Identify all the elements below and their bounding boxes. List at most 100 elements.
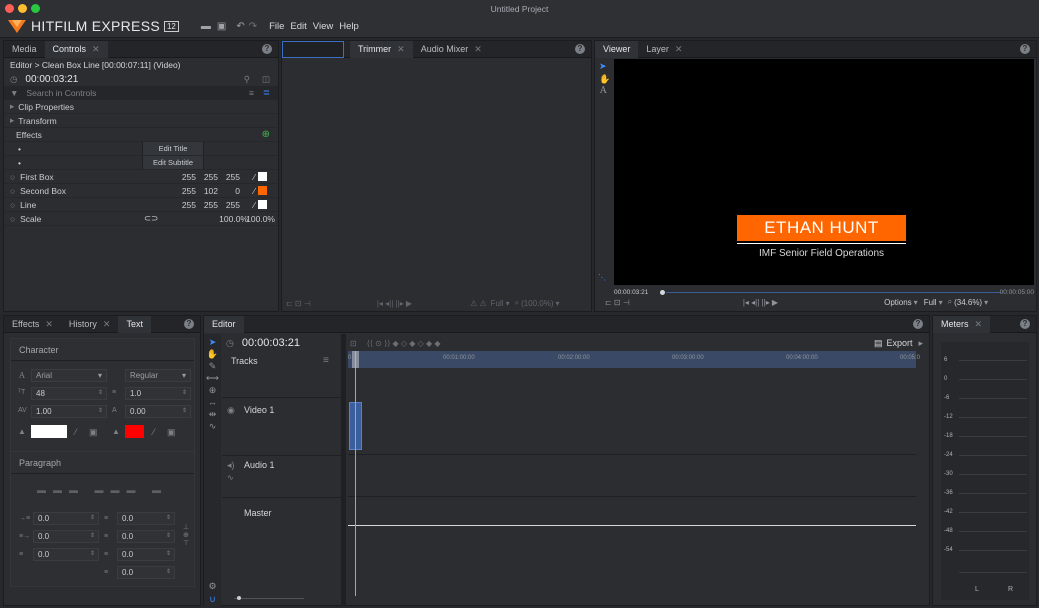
snap-icon[interactable]: ⊡	[350, 339, 357, 348]
space-after-field[interactable]: 0.0 ⇕	[117, 548, 175, 561]
resize-handle-icon[interactable]: ⋱	[598, 273, 606, 282]
baseline-field[interactable]: 0.0 ⇕	[33, 548, 99, 561]
close-icon[interactable]: ✕	[45, 319, 53, 330]
stepper-icon[interactable]: ⇕	[166, 567, 171, 578]
viewer-zoom-percent[interactable]: (34.6%)	[954, 298, 982, 307]
stepper-icon[interactable]: ⇕	[166, 531, 171, 542]
tracks-menu-icon[interactable]: ≡	[323, 355, 329, 366]
select-tool-icon[interactable]: ➤	[204, 336, 221, 348]
zoom-slider-handle[interactable]	[237, 596, 241, 600]
menu-file[interactable]: File	[269, 21, 284, 32]
alignment-icons[interactable]: ▬▬▬ ▬▬▬ ▬	[37, 485, 168, 495]
detail-view-icon[interactable]: ≣	[263, 87, 270, 98]
playhead[interactable]	[355, 351, 356, 596]
no-stroke-icon[interactable]: ▣	[167, 427, 176, 438]
first-box-swatch[interactable]	[258, 172, 267, 181]
close-icon[interactable]: ✕	[474, 44, 482, 55]
tab-media[interactable]: Media	[4, 41, 45, 58]
scale-y[interactable]: 100.0%	[246, 214, 275, 224]
stepper-icon[interactable]: ⇕	[166, 513, 171, 524]
fill-color-swatch[interactable]	[31, 425, 67, 438]
trimmer-zoom[interactable]: Full	[491, 299, 504, 308]
dropdown-chevron-icon[interactable]: ▾	[984, 298, 988, 307]
dropdown-chevron-icon[interactable]: ▾	[556, 299, 560, 308]
audio-track-lane[interactable]	[348, 456, 916, 497]
tab-trimmer[interactable]: Trimmer ✕	[350, 40, 413, 58]
tab-audio-mixer[interactable]: Audio Mixer ✕	[413, 41, 490, 58]
dropdown-chevron-icon[interactable]: ▾	[914, 298, 918, 307]
options-button[interactable]: Options	[884, 298, 912, 307]
keyframe-icon[interactable]: ○	[10, 186, 15, 196]
playback-controls-icon[interactable]: |◂ ◂|| ||▸ ▶	[743, 298, 778, 307]
keyframe-icon[interactable]: ○	[10, 200, 15, 210]
indent-left-field[interactable]: 0.0 ⇕	[33, 512, 99, 525]
expand-icon[interactable]: ▸	[10, 101, 14, 112]
ripple-tool-icon[interactable]: ⇹	[204, 408, 221, 420]
kerning-field[interactable]: 0.00 ⇕	[125, 405, 191, 418]
clip-dropdown[interactable]	[282, 40, 344, 58]
vertical-align-icons[interactable]: ⊥ ⊕ ⊤	[183, 524, 189, 548]
set-in-icon[interactable]: ⊏ ⊡ ⊣	[286, 299, 311, 308]
timeline-ruler[interactable]: 0 00:01:00:00 00:02:00:00 00:03:00:00 00…	[348, 351, 920, 368]
menu-edit[interactable]: Edit	[290, 21, 306, 32]
roll-tool-icon[interactable]: ↔	[204, 396, 221, 408]
slide-tool-icon[interactable]: ⊕	[204, 384, 221, 396]
rate-stretch-icon[interactable]: ∿	[204, 420, 221, 432]
set-in-out-icon[interactable]: ⊏ ⊡ ⊣	[605, 298, 630, 307]
tab-viewer[interactable]: Viewer	[595, 40, 639, 58]
tab-meters[interactable]: Meters ✕	[933, 315, 991, 333]
master-level-line[interactable]	[348, 525, 916, 526]
trimmer-zoom-percent[interactable]: (100.0%)	[521, 299, 553, 308]
keyframe-icon[interactable]: ○	[10, 172, 15, 182]
second-box-r[interactable]: 255	[182, 186, 196, 196]
playback-controls-icon[interactable]: |◂ ◂|| ||▸ ▶	[377, 299, 412, 308]
playhead-handle[interactable]	[352, 351, 359, 368]
second-box-swatch[interactable]	[258, 186, 267, 195]
tab-effects[interactable]: Effects ✕	[4, 316, 61, 333]
eyedropper-icon[interactable]: ⁄	[254, 186, 255, 196]
close-icon[interactable]: ✕	[103, 319, 111, 330]
tab-text[interactable]: Text	[118, 315, 151, 333]
scrubber-track[interactable]	[666, 292, 1001, 293]
stepper-icon[interactable]: ⇕	[98, 406, 103, 417]
leading-field[interactable]: 1.0 ⇕	[125, 387, 191, 400]
close-icon[interactable]: ✕	[675, 44, 683, 55]
menu-help[interactable]: Help	[339, 21, 359, 32]
list-view-icon[interactable]: ≡	[249, 88, 254, 98]
no-fill-icon[interactable]: ▣	[89, 427, 98, 438]
scale-x[interactable]: 100.0%	[219, 214, 248, 224]
menu-view[interactable]: View	[313, 21, 333, 32]
first-box-r[interactable]: 255	[182, 172, 196, 182]
second-box-g[interactable]: 102	[204, 186, 218, 196]
link-icon[interactable]: ⊂⊃	[144, 213, 158, 224]
stepper-icon[interactable]: ⇕	[90, 549, 95, 560]
edit-title-button[interactable]: Edit Title	[142, 142, 204, 155]
help-icon[interactable]: ?	[184, 319, 194, 329]
controls-timecode[interactable]: 00:00:03:21	[25, 74, 78, 85]
expand-icon[interactable]: ▸	[10, 115, 14, 126]
first-box-b[interactable]: 255	[226, 172, 240, 182]
help-icon[interactable]: ?	[262, 44, 272, 54]
help-icon[interactable]: ?	[1020, 44, 1030, 54]
add-effect-icon[interactable]: ⊕	[262, 129, 270, 140]
line-b[interactable]: 255	[226, 200, 240, 210]
close-icon[interactable]: ✕	[975, 319, 983, 330]
pin-icon[interactable]: ⚲	[244, 74, 250, 85]
razor-tool-icon[interactable]: ✎	[204, 360, 221, 372]
settings-icon[interactable]: ⚙	[204, 580, 221, 592]
stepper-icon[interactable]: ⇕	[90, 513, 95, 524]
eyedropper-icon[interactable]: ⁄	[75, 427, 77, 437]
tracking-field[interactable]: 1.00 ⇕	[31, 405, 107, 418]
playhead-handle[interactable]	[660, 290, 665, 295]
tab-editor[interactable]: Editor	[204, 315, 244, 333]
redo-icon[interactable]: ↷	[249, 21, 257, 32]
undo-icon[interactable]: ↶	[236, 21, 244, 32]
track-video-1[interactable]: Video 1	[244, 405, 274, 415]
viewer-canvas[interactable]: ETHAN HUNT IMF Senior Field Operations	[614, 59, 1034, 285]
text-tool-icon[interactable]: A	[600, 86, 607, 96]
stroke-color-swatch[interactable]	[125, 425, 144, 438]
dropdown-chevron-icon[interactable]: ▾	[939, 298, 943, 307]
eye-icon[interactable]: ◉	[227, 405, 235, 416]
magnifier-icon[interactable]: ⌕	[948, 297, 952, 307]
search-input[interactable]: Search in Controls	[26, 88, 96, 98]
